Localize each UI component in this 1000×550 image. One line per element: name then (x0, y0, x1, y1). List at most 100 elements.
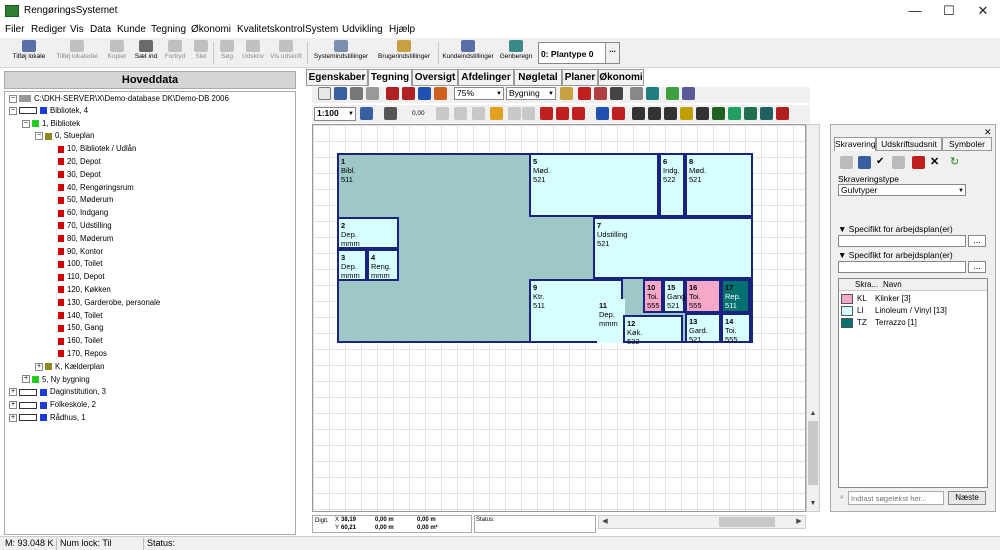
tree-expander[interactable]: − (9, 106, 17, 115)
room-12[interactable]: 12 Køk. 532 (623, 315, 683, 346)
tree-expander[interactable] (48, 299, 56, 307)
room-11[interactable]: 11 Dep. mmm (597, 299, 625, 343)
tab-symboler[interactable]: Symboler (942, 137, 992, 151)
edit-icon[interactable] (334, 87, 347, 100)
user-settings-button[interactable]: Brugerindstillinger (374, 40, 434, 66)
tree-expander[interactable] (48, 171, 56, 179)
tree-expander[interactable] (48, 145, 56, 153)
room-15[interactable]: 15 Gang 521 (663, 279, 685, 313)
undo-button[interactable]: Fortryd (161, 40, 189, 66)
zoom-in-icon[interactable] (386, 87, 399, 100)
tree-node[interactable]: 20, Depot (5, 156, 295, 169)
plan-type-button[interactable]: ... (605, 43, 619, 63)
tree-node[interactable]: 130, Garderobe, personale (5, 297, 295, 310)
properties-icon[interactable] (682, 87, 695, 100)
tree-expander[interactable] (48, 311, 56, 319)
tree-expander[interactable]: − (35, 132, 43, 141)
tree-expander[interactable] (48, 324, 56, 332)
tree-node[interactable]: 40, Rengøringsrum (5, 182, 295, 195)
resize-icon[interactable] (454, 107, 467, 120)
tree-expander[interactable] (48, 158, 56, 166)
spec2-label[interactable]: ▼ Specifikt for arbejdsplan(er) (838, 250, 953, 260)
import-icon[interactable] (744, 107, 757, 120)
room-icon[interactable] (594, 87, 607, 100)
customer-settings-button[interactable]: Kundeindstillinger (441, 40, 495, 66)
dimension-icon[interactable] (610, 87, 623, 100)
tab-noegletal[interactable]: Nøgletal (514, 69, 562, 86)
tab-afdelinger[interactable]: Afdelinger (458, 69, 514, 86)
refresh-icon[interactable]: ↻ (950, 155, 959, 168)
room-13[interactable]: 13 Gard. 521 (685, 313, 721, 344)
menu-vis[interactable]: Vis (70, 24, 84, 35)
paste-button[interactable]: Sæt ind (132, 40, 160, 66)
menu-udvikling[interactable]: Udvikling (342, 24, 383, 35)
scroll-up-icon[interactable]: ▲ (807, 408, 819, 420)
spec1-field[interactable] (838, 235, 966, 247)
menu-filer[interactable]: Filer (5, 24, 24, 35)
spec2-field[interactable] (838, 261, 966, 273)
tree-expander[interactable]: + (35, 362, 43, 371)
horizontal-scrollbar[interactable]: ◀ ▶ (598, 515, 806, 529)
check-icon[interactable]: ✔ (876, 156, 884, 167)
tab-tegning[interactable]: Tegning (368, 69, 412, 86)
menu-rediger[interactable]: Rediger (31, 24, 66, 35)
map-icon[interactable] (760, 107, 773, 120)
tree-expander[interactable] (48, 273, 56, 281)
system-settings-button[interactable]: Systemindstillinger (311, 40, 371, 66)
vertical-scroll-thumb[interactable] (808, 421, 818, 485)
line-color-icon[interactable] (360, 107, 373, 120)
drawing-canvas[interactable]: 1 Bibl. 511 2 Dep. mmm 3 Dep. mmm 4 Reng. mmm 5M… (312, 124, 806, 512)
tree-expander[interactable] (48, 184, 56, 192)
scale-select[interactable]: 1:100 ▼ (314, 107, 356, 121)
tree-node[interactable]: − 0, Stueplan (5, 130, 295, 143)
room-3[interactable]: 3 Dep. mmm (337, 249, 367, 281)
menu-system[interactable]: System (305, 24, 338, 35)
redo-icon[interactable] (522, 107, 535, 120)
tree-expander[interactable] (48, 222, 56, 230)
pan-icon[interactable] (350, 87, 363, 100)
tree-node[interactable]: 60, Indgang (5, 207, 295, 220)
tree-expander[interactable]: + (22, 375, 30, 384)
window-icon[interactable] (712, 107, 725, 120)
tree-expander[interactable] (48, 209, 56, 217)
print-button[interactable]: Udskriv (239, 40, 267, 66)
tab-skravering[interactable]: Skravering (834, 137, 876, 151)
node-icon[interactable] (490, 107, 503, 120)
tree-expander[interactable]: + (9, 413, 17, 422)
room-10[interactable]: 10 Toi. 555 (643, 279, 663, 313)
scroll-down-icon[interactable]: ▼ (807, 498, 819, 510)
delete-button[interactable]: Slet (190, 40, 212, 66)
rectangle-icon[interactable] (366, 87, 379, 100)
report-icon[interactable] (776, 107, 789, 120)
zoom-all-icon[interactable] (434, 87, 447, 100)
minimize-button[interactable]: — (898, 0, 932, 22)
tree-node[interactable]: 50, Møderum (5, 194, 295, 207)
tree-node[interactable]: +5, Ny bygning (5, 374, 295, 387)
add-room-part-button[interactable]: Tilføj lokaledel (54, 40, 100, 66)
tree-expander[interactable]: − (22, 119, 30, 128)
room-4[interactable]: 4 Reng. mmm (367, 249, 399, 281)
spec1-label[interactable]: ▼ Specifikt for arbejdsplan(er) (838, 224, 953, 234)
scroll-left-icon[interactable]: ◀ (599, 516, 611, 528)
spec2-button[interactable]: ... (968, 261, 986, 273)
room-17[interactable]: 17 Rep. 511 (721, 279, 751, 313)
edit-hatch-icon[interactable] (858, 156, 871, 169)
copy-button[interactable]: Kopier (103, 40, 131, 66)
layer-icon[interactable] (666, 87, 679, 100)
properties-icon[interactable] (892, 156, 905, 169)
tree-node[interactable]: 170, Repos (5, 348, 295, 361)
select-icon[interactable] (318, 87, 331, 100)
menu-hjaelp[interactable]: Hjælp (389, 24, 415, 35)
align-icon[interactable] (572, 107, 585, 120)
tree-expander[interactable] (48, 286, 56, 294)
tree-node[interactable]: 30, Depot (5, 169, 295, 182)
export-icon[interactable] (728, 107, 741, 120)
move-icon[interactable] (436, 107, 449, 120)
tree-node[interactable]: + Rådhus, 1 (5, 412, 295, 425)
room-7[interactable]: 7 Udstilling 521 (593, 217, 753, 279)
paint-icon[interactable] (912, 156, 925, 169)
close-button[interactable]: ✕ (966, 0, 1000, 22)
scroll-right-icon[interactable]: ▶ (793, 516, 805, 528)
tree-node[interactable]: − Bibliotek, 4 (5, 105, 295, 118)
tree-expander[interactable]: + (9, 401, 17, 410)
